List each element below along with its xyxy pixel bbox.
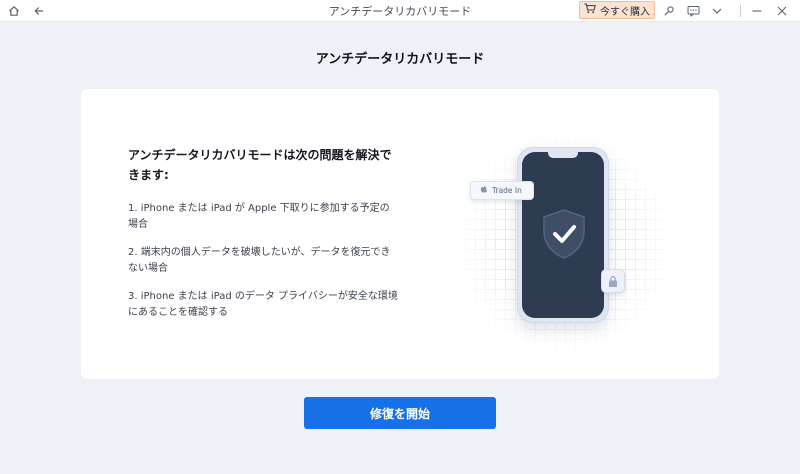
lock-icon xyxy=(601,269,625,293)
phone-illustration: Trade In xyxy=(465,129,665,359)
close-icon[interactable] xyxy=(774,3,790,19)
shield-check-icon xyxy=(543,209,585,259)
list-item: 3. iPhone または iPad のデータ プライバシーが安全な環境にあるこ… xyxy=(128,291,398,318)
phone-notch xyxy=(548,152,578,158)
minimize-icon[interactable] xyxy=(749,3,765,19)
title-bar-divider xyxy=(740,5,741,17)
title-bar: アンチデータリカバリモード 今すぐ購入 xyxy=(0,0,800,22)
list-item: 1. iPhone または iPad が Apple 下取りに参加する予定の場合 xyxy=(128,203,390,230)
page-title: アンチデータリカバリモード xyxy=(315,52,485,67)
card-heading: アンチデータリカバリモードは次の問題を解決できます: xyxy=(128,148,392,182)
trade-in-label: Trade In xyxy=(492,186,522,195)
home-icon[interactable] xyxy=(6,3,22,19)
window-title: アンチデータリカバリモード xyxy=(328,5,472,18)
buy-now-button[interactable]: 今すぐ購入 xyxy=(579,1,655,19)
problem-list: 1. iPhone または iPad が Apple 下取りに参加する予定の場合… xyxy=(128,201,398,333)
cart-icon xyxy=(584,3,596,17)
start-repair-button[interactable]: 修復を開始 xyxy=(304,397,496,429)
back-arrow-icon[interactable] xyxy=(31,3,47,19)
info-card: アンチデータリカバリモードは次の問題を解決できます: 1. iPhone または… xyxy=(81,89,719,379)
phone-screen xyxy=(522,152,604,318)
trade-in-badge: Trade In xyxy=(470,181,534,200)
apple-icon xyxy=(480,185,488,196)
feedback-icon[interactable] xyxy=(685,3,701,19)
list-item: 2. 端末内の個人データを破壊したいが、データを復元できない場合 xyxy=(128,247,391,274)
key-icon[interactable] xyxy=(661,3,677,19)
chevron-down-icon[interactable] xyxy=(709,3,725,19)
phone-image xyxy=(517,147,609,323)
buy-now-label: 今すぐ購入 xyxy=(600,6,650,18)
